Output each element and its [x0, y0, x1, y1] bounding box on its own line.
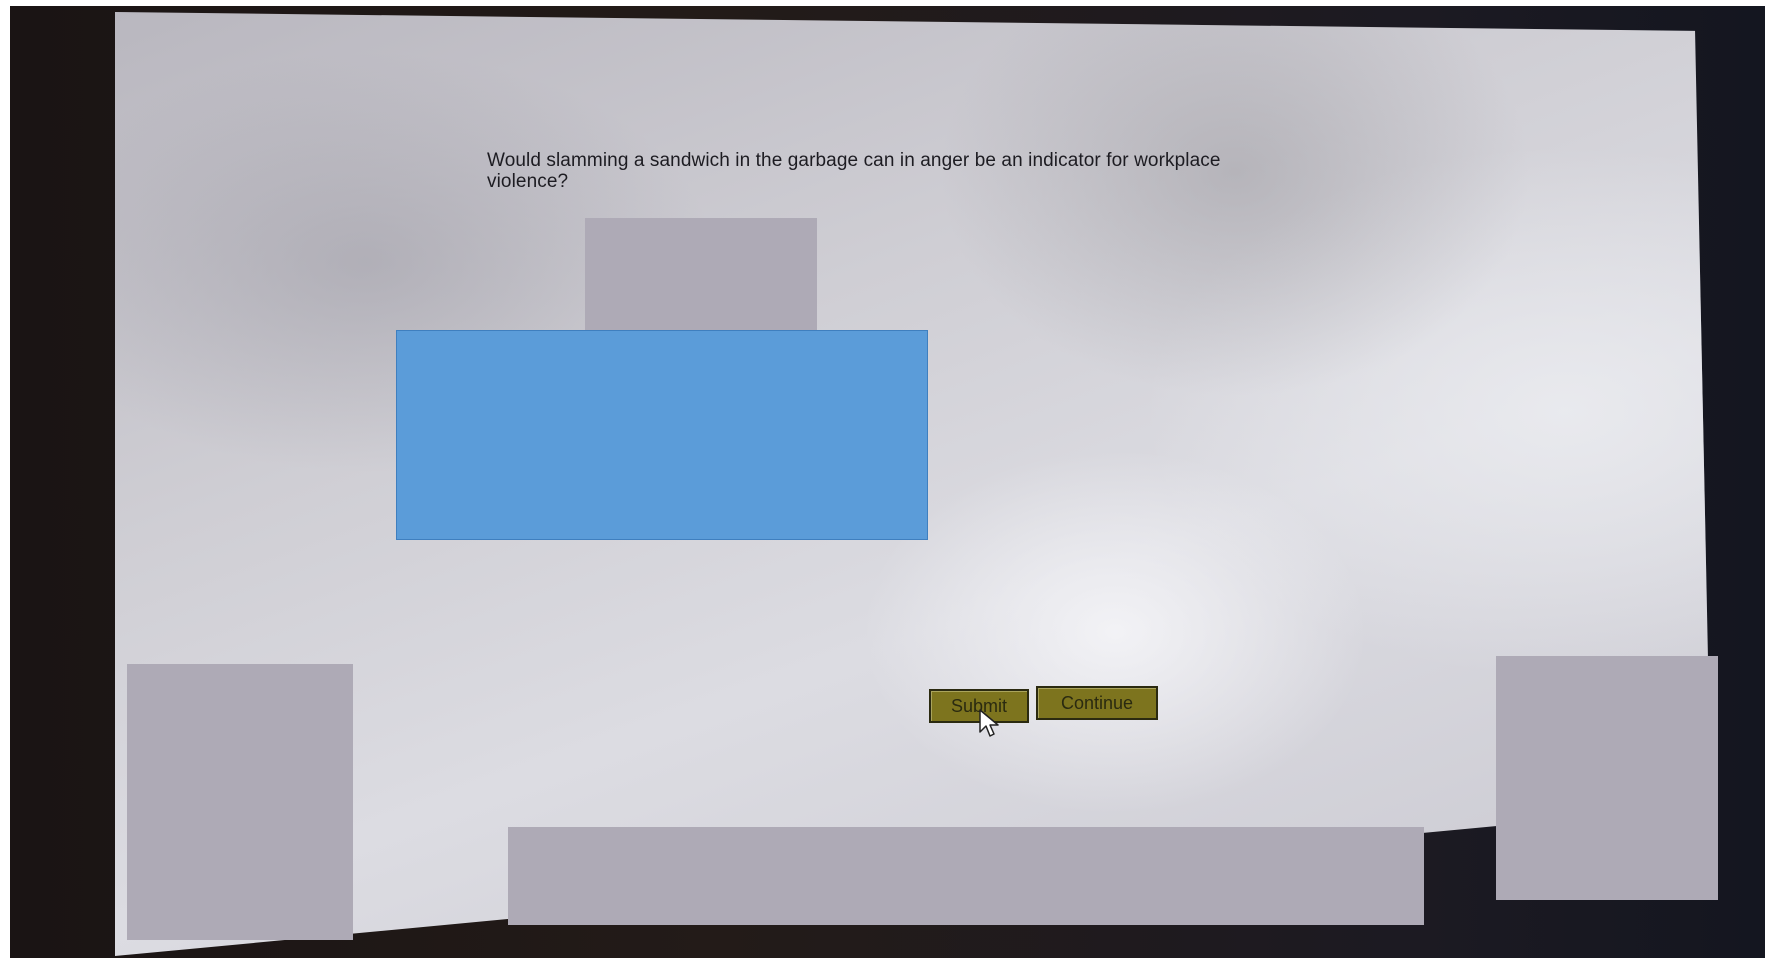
redacted-region-bottom — [508, 827, 1424, 925]
mouse-pointer-icon — [979, 709, 999, 737]
continue-button[interactable]: Continue — [1036, 686, 1158, 720]
answer-options-panel[interactable] — [396, 330, 928, 540]
redacted-region-top — [585, 218, 817, 330]
redacted-region-left — [127, 664, 353, 940]
question-text: Would slamming a sandwich in the garbage… — [487, 150, 1221, 192]
photo-of-monitor: Would slamming a sandwich in the garbage… — [0, 0, 1771, 964]
redacted-region-right — [1496, 656, 1718, 900]
